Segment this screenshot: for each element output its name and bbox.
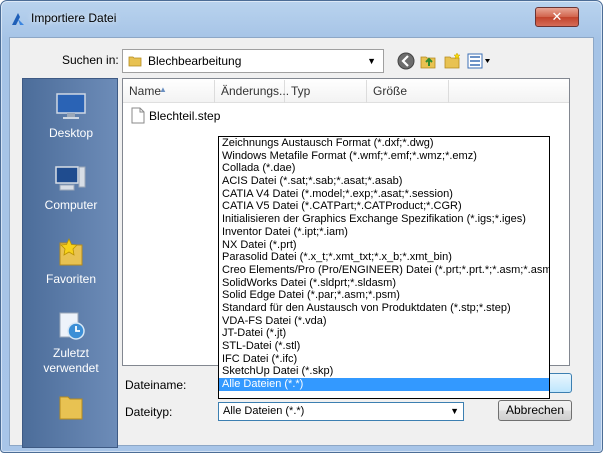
- file-type-option[interactable]: Creo Elements/Pro (Pro/ENGINEER) Datei (…: [219, 264, 549, 277]
- file-type-option[interactable]: Alle Dateien (*.*): [219, 378, 549, 391]
- file-type-option[interactable]: Solid Edge Datei (*.par;*.asm;*.psm): [219, 289, 549, 302]
- computer-icon: [55, 166, 86, 191]
- places-bar: Desktop Computer Favoriten Zuletzt verwe…: [22, 78, 118, 448]
- recent-icon: [59, 312, 85, 340]
- new-folder-icon[interactable]: [442, 51, 462, 71]
- import-file-dialog: Importiere Datei ✕ Suchen in: Blechbearb…: [0, 0, 603, 453]
- file-type-value: Alle Dateien (*.*): [223, 405, 305, 417]
- file-name-label: Dateiname:: [125, 378, 187, 392]
- file-name: Blechteil.step: [149, 109, 221, 123]
- chevron-down-icon: ▼: [367, 56, 376, 66]
- place-label: Favoriten: [45, 272, 97, 286]
- view-menu-icon[interactable]: [466, 51, 492, 71]
- file-type-option[interactable]: Collada (*.dae): [219, 162, 549, 175]
- app-icon: [12, 13, 24, 25]
- file-type-option[interactable]: CATIA V4 Datei (*.model;*.exp;*.asat;*.s…: [219, 188, 549, 201]
- window-title: Importiere Datei: [31, 11, 117, 25]
- file-type-dropdown-list[interactable]: Zeichnungs Austausch Format (*.dxf;*.dwg…: [218, 136, 550, 399]
- title-bar[interactable]: Importiere Datei ✕: [1, 1, 602, 37]
- place-label: Zuletzt verwendet: [43, 346, 99, 375]
- look-in-value: Blechbearbeitung: [148, 54, 242, 68]
- file-type-option[interactable]: SolidWorks Datei (*.sldprt;*.sldasm): [219, 277, 549, 290]
- cancel-button[interactable]: Abbrechen: [498, 400, 572, 421]
- look-in-combobox[interactable]: Blechbearbeitung ▼: [122, 49, 384, 73]
- desktop-icon: [56, 93, 86, 119]
- column-header-name[interactable]: ▲ Name: [123, 80, 215, 103]
- close-icon: ✕: [551, 9, 563, 24]
- place-recent[interactable]: Zuletzt verwendet: [23, 309, 117, 376]
- column-header-size[interactable]: Größe: [367, 80, 449, 103]
- file-type-option[interactable]: Initialisieren der Graphics Exchange Spe…: [219, 213, 549, 226]
- file-type-option[interactable]: CATIA V5 Datei (*.CATPart;*.CATProduct;*…: [219, 200, 549, 213]
- file-type-label: Dateityp:: [125, 405, 173, 419]
- place-label: Desktop: [48, 126, 94, 140]
- place-label: Computer: [44, 198, 98, 212]
- document-icon: [131, 107, 145, 124]
- back-icon[interactable]: [396, 51, 416, 71]
- chevron-down-icon: ▼: [450, 406, 459, 416]
- place-computer[interactable]: Computer: [23, 161, 117, 213]
- file-type-option[interactable]: NX Datei (*.prt): [219, 239, 549, 252]
- file-type-combobox[interactable]: Alle Dateien (*.*) ▼: [218, 402, 464, 421]
- file-type-option[interactable]: VDA-FS Datei (*.vda): [219, 315, 549, 328]
- file-type-option[interactable]: Zeichnungs Austausch Format (*.dxf;*.dwg…: [219, 137, 549, 150]
- favorites-icon: [59, 238, 83, 266]
- file-type-option[interactable]: STL-Datei (*.stl): [219, 340, 549, 353]
- file-type-option[interactable]: ACIS Datei (*.sat;*.sab;*.asat;*.asab): [219, 175, 549, 188]
- up-folder-icon[interactable]: [418, 51, 438, 71]
- sort-ascending-icon: ▲: [159, 85, 167, 94]
- file-type-option[interactable]: IFC Datei (*.ifc): [219, 353, 549, 366]
- file-type-option[interactable]: JT-Datei (*.jt): [219, 327, 549, 340]
- folder-icon: [59, 396, 83, 420]
- column-header-type[interactable]: Typ: [285, 80, 367, 103]
- column-header-row: ▲ Name Änderungs... Typ Größe: [123, 79, 569, 103]
- place-more[interactable]: [23, 389, 117, 426]
- place-desktop[interactable]: Desktop: [23, 89, 117, 141]
- file-type-option[interactable]: SketchUp Datei (*.skp): [219, 365, 549, 378]
- place-favorites[interactable]: Favoriten: [23, 235, 117, 287]
- column-header-modified[interactable]: Änderungs...: [215, 80, 289, 103]
- file-type-option[interactable]: Windows Metafile Format (*.wmf;*.emf;*.w…: [219, 150, 549, 163]
- close-button[interactable]: ✕: [535, 7, 579, 27]
- look-in-label: Suchen in:: [62, 53, 119, 67]
- file-type-option[interactable]: Standard für den Austausch von Produktda…: [219, 302, 549, 315]
- file-type-option[interactable]: Inventor Datei (*.ipt;*.iam): [219, 226, 549, 239]
- file-type-option[interactable]: Parasolid Datei (*.x_t;*.xmt_txt;*.x_b;*…: [219, 251, 549, 264]
- folder-icon: [128, 56, 142, 67]
